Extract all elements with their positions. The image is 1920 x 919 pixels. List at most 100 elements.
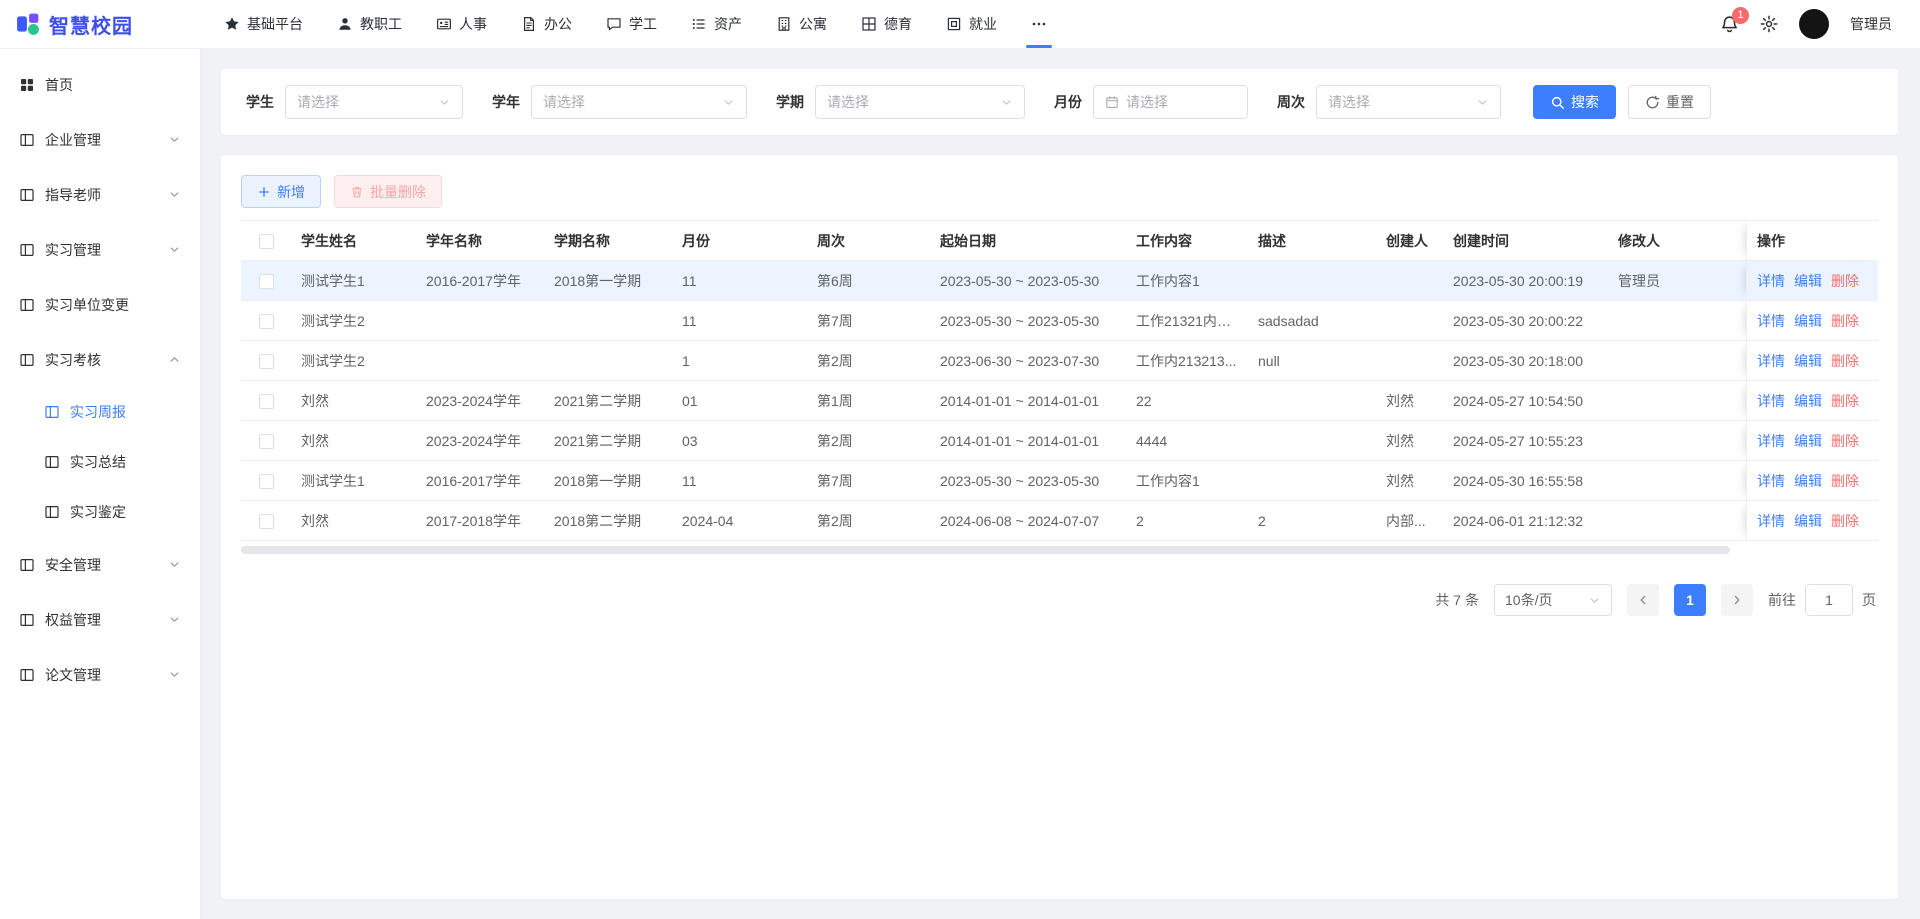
sidebar-item-summary[interactable]: 实习总结 [0,437,200,487]
cell-content: 工作内容1 [1126,461,1248,501]
chevron-down-icon [168,668,181,681]
list-icon [691,16,707,32]
filter-student-select[interactable]: 请选择 [285,85,463,119]
panel-icon [19,132,35,148]
next-page-button[interactable] [1721,584,1753,616]
nav-item-moral-edu[interactable]: 德育 [844,0,929,48]
edit-link[interactable]: 编辑 [1794,513,1822,529]
add-button[interactable]: 新增 [241,175,321,208]
delete-link[interactable]: 删除 [1831,433,1859,449]
row-checkbox[interactable] [259,474,274,489]
cell-content: 4444 [1126,421,1248,461]
sidebar-item-mentor[interactable]: 指导老师 [0,167,200,222]
nav-item-apartment[interactable]: 公寓 [759,0,844,48]
detail-link[interactable]: 详情 [1757,513,1785,529]
table-row[interactable]: 测试学生12016-2017学年2018第一学期11第6周2023-05-30 … [241,261,1878,301]
delete-link[interactable]: 删除 [1831,473,1859,489]
sidebar-item-appraisal[interactable]: 实习鉴定 [0,487,200,537]
row-checkbox[interactable] [259,354,274,369]
table-row[interactable]: 测试学生12016-2017学年2018第一学期11第7周2023-05-30 … [241,461,1878,501]
nav-item-base-platform[interactable]: 基础平台 [207,0,320,48]
table-row[interactable]: 测试学生21第2周2023-06-30 ~ 2023-07-30工作内21321… [241,341,1878,381]
sidebar-item-thesis-mgmt[interactable]: 论文管理 [0,647,200,702]
edit-link[interactable]: 编辑 [1794,473,1822,489]
row-checkbox[interactable] [259,514,274,529]
sidebar-item-unit-change[interactable]: 实习单位变更 [0,277,200,332]
table-row[interactable]: 刘然2017-2018学年2018第二学期2024-04第2周2024-06-0… [241,501,1878,541]
cell-date_range: 2023-05-30 ~ 2023-05-30 [930,301,1126,341]
row-checkbox[interactable] [259,434,274,449]
detail-link[interactable]: 详情 [1757,313,1785,329]
nav-item-faculty[interactable]: 教职工 [320,0,419,48]
search-button[interactable]: 搜索 [1533,85,1616,119]
prev-page-button[interactable] [1627,584,1659,616]
nav-item-employment[interactable]: 就业 [929,0,1014,48]
detail-link[interactable]: 详情 [1757,433,1785,449]
notification-bell-icon[interactable]: 1 [1720,15,1739,34]
nav-item-office[interactable]: 办公 [504,0,589,48]
select-all-checkbox[interactable] [259,234,274,249]
edit-link[interactable]: 编辑 [1794,433,1822,449]
cell-creator: 内部... [1376,501,1443,541]
table-row[interactable]: 刘然2023-2024学年2021第二学期03第2周2014-01-01 ~ 2… [241,421,1878,461]
sidebar-item-label: 实习单位变更 [45,295,129,315]
logo[interactable]: 智慧校园 [0,10,201,39]
detail-link[interactable]: 详情 [1757,393,1785,409]
cell-month: 11 [672,301,807,341]
page-size-select[interactable]: 10条/页 [1494,584,1612,616]
grid-icon [861,16,877,32]
row-checkbox[interactable] [259,274,274,289]
row-checkbox[interactable] [259,314,274,329]
reset-button[interactable]: 重置 [1628,85,1711,119]
filter-term-select[interactable]: 请选择 [815,85,1025,119]
edit-link[interactable]: 编辑 [1794,313,1822,329]
table-row[interactable]: 刘然2023-2024学年2021第二学期01第1周2014-01-01 ~ 2… [241,381,1878,421]
sidebar-item-weekly-report[interactable]: 实习周报 [0,387,200,437]
goto-page-input[interactable] [1805,584,1853,616]
filter-month-input[interactable]: 请选择 [1093,85,1248,119]
table-row[interactable]: 测试学生211第7周2023-05-30 ~ 2023-05-30工作21321… [241,301,1878,341]
page-number-button[interactable]: 1 [1674,584,1706,616]
cell-date_range: 2023-05-30 ~ 2023-05-30 [930,261,1126,301]
detail-link[interactable]: 详情 [1757,273,1785,289]
cell-checkbox [241,261,291,301]
cell-creator: 刘然 [1376,461,1443,501]
cell-desc: sadsadad [1248,301,1376,341]
placeholder-text: 请选择 [827,92,993,112]
sidebar-item-rights-mgmt[interactable]: 权益管理 [0,592,200,647]
sidebar-item-home[interactable]: 首页 [0,57,200,112]
chevron-down-icon [1588,594,1601,607]
horizontal-scrollbar[interactable] [241,546,1730,554]
edit-link[interactable]: 编辑 [1794,273,1822,289]
settings-gear-icon[interactable] [1760,15,1778,33]
nav-item-assets[interactable]: 资产 [674,0,759,48]
panel-icon [19,612,35,628]
avatar[interactable] [1799,9,1829,39]
row-checkbox[interactable] [259,394,274,409]
nav-item-hr[interactable]: 人事 [419,0,504,48]
detail-link[interactable]: 详情 [1757,473,1785,489]
column-header: 起始日期 [930,220,1126,261]
delete-link[interactable]: 删除 [1831,353,1859,369]
filter-label: 学期 [776,92,804,112]
batch-delete-button[interactable]: 批量删除 [334,175,442,208]
filter-week-select[interactable]: 请选择 [1316,85,1501,119]
edit-link[interactable]: 编辑 [1794,353,1822,369]
delete-link[interactable]: 删除 [1831,513,1859,529]
nav-item-more[interactable] [1014,0,1064,48]
chevron-up-icon [168,353,181,366]
detail-link[interactable]: 详情 [1757,353,1785,369]
nav-item-student-affairs[interactable]: 学工 [589,0,674,48]
delete-link[interactable]: 删除 [1831,393,1859,409]
sidebar-item-enterprise-mgmt[interactable]: 企业管理 [0,112,200,167]
sidebar-item-internship-mgmt[interactable]: 实习管理 [0,222,200,277]
delete-link[interactable]: 删除 [1831,313,1859,329]
sidebar-item-security-mgmt[interactable]: 安全管理 [0,537,200,592]
delete-link[interactable]: 删除 [1831,273,1859,289]
edit-link[interactable]: 编辑 [1794,393,1822,409]
filter-school-year-select[interactable]: 请选择 [531,85,747,119]
sidebar-item-label: 实习管理 [45,240,101,260]
sidebar-item-internship-assess[interactable]: 实习考核 [0,332,200,387]
nav-item-label: 资产 [714,14,742,34]
cell-checkbox [241,501,291,541]
